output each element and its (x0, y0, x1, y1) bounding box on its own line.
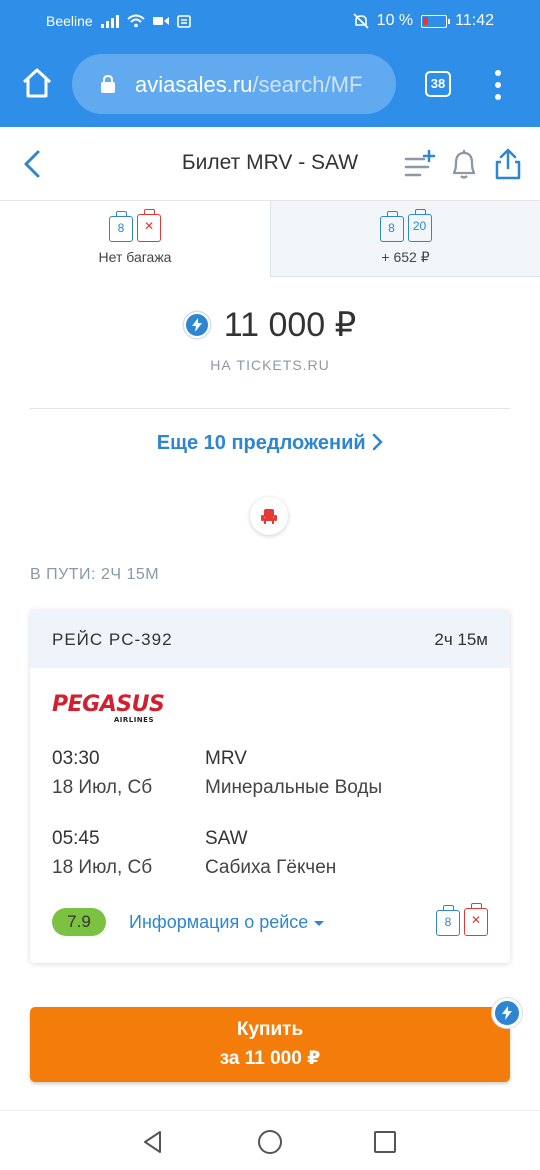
card-baggage-icons: 8 ✕ (436, 903, 488, 936)
more-offers-label: Еще 10 предложений (156, 432, 366, 454)
caret-down-icon (314, 920, 325, 926)
chevron-right-icon (372, 433, 384, 451)
hand-luggage-icon: 8 (109, 211, 133, 242)
status-bar: Beeline 10 % 11:42 (0, 0, 540, 42)
airline-logo-subtext: AIRLINES (113, 716, 154, 724)
flight-info-label: Информация о рейсе (129, 912, 309, 932)
clock: 11:42 (455, 12, 494, 29)
rating-badge: 7.9 (52, 908, 106, 936)
flight-number: РЕЙС PC-392 (52, 630, 173, 649)
divider (30, 408, 510, 409)
hand-luggage-icon: 8 (436, 905, 460, 936)
lightning-icon (492, 998, 522, 1028)
departure-time: 03:30 (52, 748, 100, 769)
system-nav-bar (0, 1110, 540, 1170)
filter-icon[interactable] (404, 147, 436, 181)
carrier-name: Beeline (46, 13, 93, 29)
no-checked-bag-icon: ✕ (464, 903, 488, 936)
battery-percent: 10 % (376, 12, 414, 29)
buy-button-label: Купить (236, 1019, 304, 1040)
url-path: /search/MF (252, 72, 363, 97)
flight-info-link[interactable]: Информация о рейсе (129, 912, 325, 933)
baggage-tabs: 8 ✕ Нет багажа 8 20 + 652 ₽ (0, 201, 540, 277)
overflow-menu-icon[interactable] (494, 70, 502, 100)
departure-airport-code: MRV (205, 748, 247, 769)
tabs-icon[interactable]: 38 (425, 71, 451, 97)
more-offers-link[interactable]: Еще 10 предложений (0, 432, 540, 455)
share-icon[interactable] (492, 147, 524, 181)
buy-button[interactable]: Купить за 11 000 ₽ (30, 1007, 510, 1082)
app-header: Билет MRV - SAW (0, 127, 540, 201)
airline-logo: PEGASUS AIRLINES (52, 692, 165, 728)
price-source: НА TICKETS.RU (210, 357, 330, 373)
price: 11 000 ₽ (223, 306, 357, 344)
recents-nav-icon[interactable] (372, 1129, 398, 1155)
checked-bag-icon: 20 (407, 209, 432, 242)
browser-toolbar: aviasales.ru/search/MF 38 (0, 42, 540, 127)
url-host: aviasales.ru (135, 72, 253, 97)
tab-label: + 652 ₽ (381, 249, 430, 265)
departure-date: 18 Июл, Сб (52, 777, 153, 798)
price-row: 11 000 ₽ (0, 305, 540, 345)
arrival-city: Сабиха Гёкчен (205, 857, 337, 878)
arrival-time: 05:45 (52, 828, 100, 849)
notification-icon (176, 14, 191, 28)
wifi-icon (127, 14, 145, 28)
back-nav-icon[interactable] (140, 1129, 166, 1155)
duration-caption: В ПУТИ: 2Ч 15М (30, 566, 160, 583)
url-text: aviasales.ru/search/MF (135, 72, 362, 98)
hand-luggage-icon: 8 (379, 211, 404, 242)
lightning-icon (183, 312, 210, 338)
arrival-date: 18 Июл, Сб (52, 857, 153, 878)
no-checked-bag-icon: ✕ (137, 209, 161, 242)
seat-icon[interactable] (250, 497, 288, 535)
lock-icon (101, 75, 115, 93)
bell-icon[interactable] (448, 147, 480, 181)
signal-icon (100, 14, 119, 28)
tab-no-baggage[interactable]: 8 ✕ Нет багажа (0, 201, 270, 277)
arrival-airport-code: SAW (205, 828, 248, 849)
address-bar[interactable]: aviasales.ru/search/MF (72, 54, 396, 114)
flight-card: РЕЙС PC-392 2ч 15м PEGASUS AIRLINES 03:3… (30, 610, 510, 963)
tab-with-baggage[interactable]: 8 20 + 652 ₽ (270, 201, 540, 277)
buy-button-price: за 11 000 ₽ (219, 1048, 321, 1069)
flight-card-header: РЕЙС PC-392 2ч 15м (30, 610, 510, 668)
tab-label: Нет багажа (98, 249, 172, 265)
flight-duration: 2ч 15м (434, 630, 488, 649)
departure-city: Минеральные Воды (205, 777, 383, 798)
home-icon[interactable] (20, 66, 54, 100)
home-nav-icon[interactable] (257, 1129, 283, 1155)
mute-icon (353, 13, 369, 29)
video-icon (152, 17, 169, 25)
airline-logo-text: PEGASUS (52, 692, 165, 717)
battery-icon (421, 14, 451, 28)
